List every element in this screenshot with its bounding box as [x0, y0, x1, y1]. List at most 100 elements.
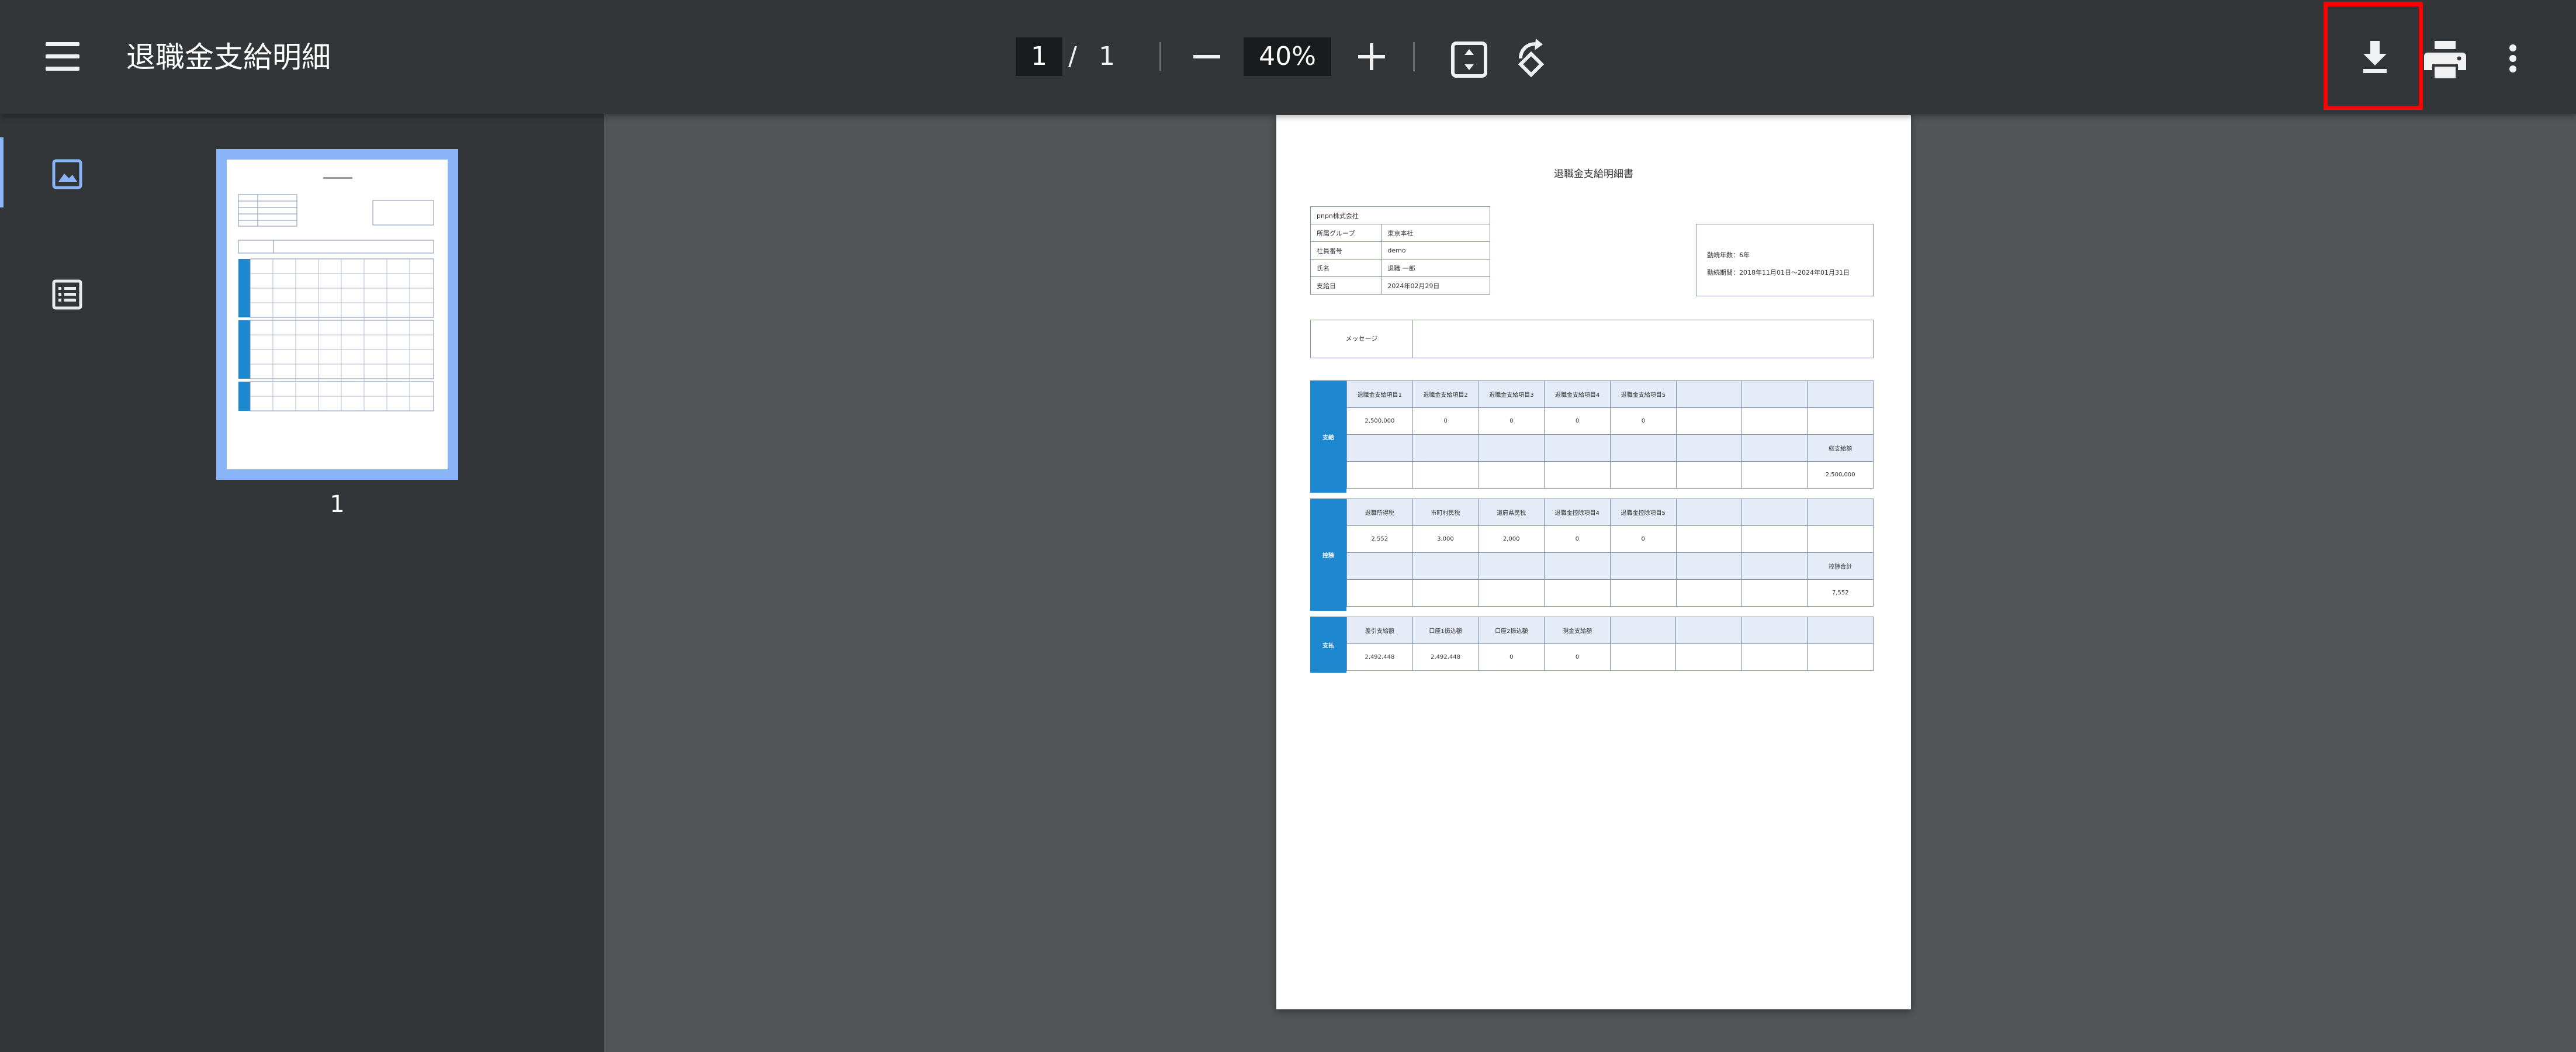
- transfer-section: 支払 差引支給額 口座1振込額 口座2振込額 現金支給額 2,492,448 2,492,…: [1310, 617, 1874, 673]
- pdf-page: 退職金支給明細書 pnpn株式会社 所属グループ 東京本社 社員番号 demo …: [1276, 115, 1911, 1009]
- table-cell: [1741, 617, 1808, 644]
- rotate-button[interactable]: [1508, 36, 1554, 83]
- print-button[interactable]: [2419, 33, 2471, 84]
- table-row: 総支給額: [1346, 434, 1874, 462]
- document-title: 退職金支給明細: [126, 40, 331, 74]
- info-row: 氏名 退職 一郎: [1310, 259, 1490, 277]
- table-cell: 0: [1478, 643, 1545, 671]
- document-viewer[interactable]: 退職金支給明細書 pnpn株式会社 所属グループ 東京本社 社員番号 demo …: [604, 114, 2576, 1052]
- table-cell: [1741, 434, 1808, 462]
- deduction-section: 控除 退職所得税 市町村民税 道府県民税 退職金控除項目4 退職金控除項目5 2,552 3…: [1310, 499, 1874, 611]
- table-cell: [1412, 461, 1479, 489]
- table-cell: 7,552: [1807, 579, 1874, 607]
- page-thumbnail[interactable]: [216, 149, 458, 480]
- table-row: 2,500,000: [1346, 461, 1874, 489]
- thumbnail-page-number: 1: [330, 491, 345, 518]
- table-cell: [1544, 434, 1611, 462]
- table-cell: 3,000: [1412, 525, 1479, 553]
- table-cell: 2,552: [1346, 525, 1413, 553]
- message-label: メッセージ: [1311, 320, 1413, 358]
- table-cell: 退職金控除項目5: [1609, 499, 1677, 526]
- table-cell: [1675, 407, 1743, 435]
- table-cell: [1478, 461, 1545, 489]
- more-options-button[interactable]: [2495, 36, 2530, 83]
- thumbnails-tab[interactable]: [48, 155, 86, 193]
- fit-page-button[interactable]: [1447, 36, 1494, 83]
- table-cell: [1609, 617, 1677, 644]
- minus-icon: [1193, 55, 1220, 58]
- table-cell: [1741, 499, 1808, 526]
- table-cell: 退職金支給項目4: [1544, 380, 1611, 408]
- menu-icon[interactable]: [39, 36, 85, 77]
- table-cell: 現金支給額: [1544, 617, 1611, 644]
- print-icon: [2424, 41, 2466, 78]
- table-cell: 退職所得税: [1346, 499, 1413, 526]
- section-label: 控除: [1310, 499, 1346, 611]
- info-row: 支給日 2024年02月29日: [1310, 276, 1490, 295]
- zoom-in-button[interactable]: [1351, 36, 1392, 77]
- employment-period-box: 勤続年数：6年 勤続期間：2018年11月01日～2024年01月31日: [1696, 224, 1874, 296]
- zoom-out-button[interactable]: [1186, 36, 1227, 77]
- message-box: メッセージ: [1310, 320, 1874, 358]
- table-cell: [1610, 434, 1677, 462]
- table-cell: [1741, 461, 1808, 489]
- info-row: 所属グループ 東京本社: [1310, 224, 1490, 242]
- table-cell: [1478, 579, 1545, 607]
- table-cell: 0: [1478, 407, 1545, 435]
- table-cell: 退職金支給項目2: [1412, 380, 1479, 408]
- table-cell: [1478, 552, 1545, 580]
- table-cell: [1741, 525, 1808, 553]
- table-cell: [1807, 643, 1874, 671]
- table-cell: [1543, 552, 1611, 580]
- table-cell: [1675, 579, 1742, 607]
- table-cell: [1478, 434, 1545, 462]
- table-cell: 2,000: [1478, 525, 1545, 553]
- table-cell: 2,492,448: [1412, 643, 1479, 671]
- fit-page-icon: [1451, 41, 1487, 78]
- table-cell: [1675, 552, 1742, 580]
- table-cell: [1609, 552, 1677, 580]
- section-table: 差引支給額 口座1振込額 口座2振込額 現金支給額 2,492,448 2,492,448…: [1346, 617, 1874, 671]
- employment-period: 勤続期間：2018年11月01日～2024年01月31日: [1707, 269, 1850, 276]
- table-cell: [1346, 579, 1413, 607]
- table-cell: [1412, 434, 1479, 462]
- table-cell: 退職金支給項目1: [1346, 380, 1413, 408]
- page-separator: /: [1068, 41, 1077, 71]
- more-vert-icon: [2509, 44, 2516, 72]
- table-cell: 0: [1544, 407, 1611, 435]
- rotate-icon: [1518, 39, 1545, 78]
- table-cell: [1675, 525, 1742, 553]
- table-cell: 控除合計: [1807, 552, 1874, 580]
- table-cell: [1807, 407, 1874, 435]
- table-cell: 退職金支給項目3: [1478, 380, 1545, 408]
- table-cell: [1675, 643, 1742, 671]
- table-cell: 退職金支給項目5: [1610, 380, 1677, 408]
- outline-tab[interactable]: [48, 275, 86, 314]
- table-cell: [1807, 499, 1874, 526]
- table-cell: [1609, 643, 1677, 671]
- table-row: 退職所得税 市町村民税 道府県民税 退職金控除項目4 退職金控除項目5: [1346, 499, 1874, 526]
- table-cell: 市町村民税: [1412, 499, 1479, 526]
- section-label: 支払: [1310, 617, 1346, 673]
- zoom-level-input[interactable]: 40%: [1244, 37, 1331, 76]
- employee-info-table: pnpn株式会社 所属グループ 東京本社 社員番号 demo 氏名 退職 一郎 …: [1310, 206, 1490, 295]
- table-cell: 差引支給額: [1346, 617, 1413, 644]
- document-heading: 退職金支給明細書: [1554, 168, 1633, 180]
- section-table: 退職所得税 市町村民税 道府県民税 退職金控除項目4 退職金控除項目5 2,552 3,00…: [1346, 499, 1874, 607]
- table-cell: [1675, 499, 1742, 526]
- table-cell: [1412, 579, 1479, 607]
- table-cell: 0: [1412, 407, 1479, 435]
- thumbnail-icon: [52, 159, 82, 189]
- page-number-input[interactable]: 1: [1016, 37, 1062, 76]
- table-cell: [1675, 461, 1743, 489]
- table-cell: 0: [1610, 407, 1677, 435]
- table-cell: 0: [1543, 525, 1611, 553]
- table-cell: 口座2振込額: [1478, 617, 1545, 644]
- years-worked: 勤続年数：6年: [1707, 251, 1750, 259]
- table-cell: [1741, 579, 1808, 607]
- table-cell: [1741, 552, 1808, 580]
- table-cell: [1544, 461, 1611, 489]
- table-row: 控除合計: [1346, 552, 1874, 580]
- section-table: 退職金支給項目1 退職金支給項目2 退職金支給項目3 退職金支給項目4 退職金支給項目5…: [1346, 380, 1874, 489]
- table-row: 2,500,000 0 0 0 0: [1346, 407, 1874, 435]
